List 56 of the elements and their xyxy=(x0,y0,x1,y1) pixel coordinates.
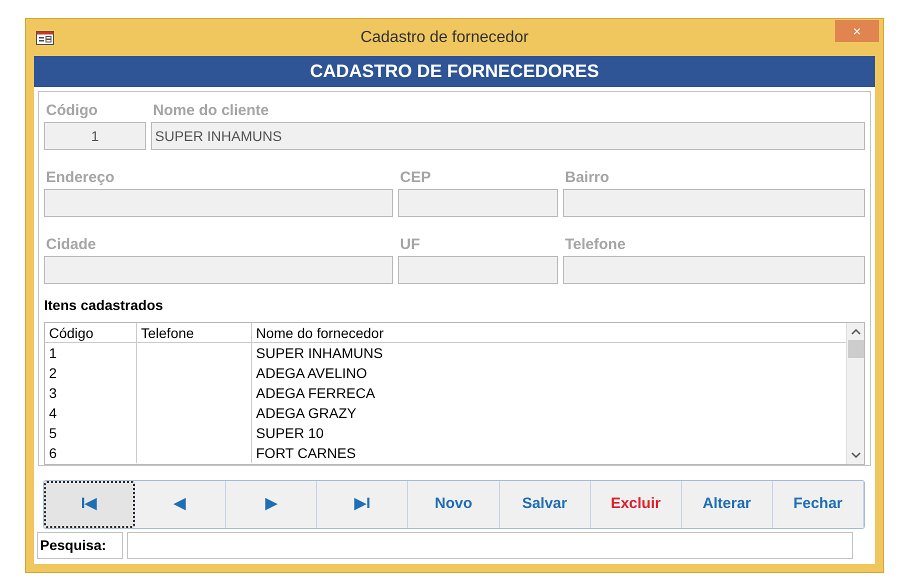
toolbar-button[interactable]: I◀ xyxy=(44,481,136,528)
field-label: CEP xyxy=(399,168,432,188)
list-cell: 4 xyxy=(49,405,57,421)
list-cell: ADEGA FERRECA xyxy=(256,385,376,401)
column-header[interactable]: Nome do fornecedor xyxy=(252,323,846,342)
field-label: Cidade xyxy=(45,235,98,255)
field-label: Nome do cliente xyxy=(152,101,270,121)
text-field[interactable]: 1 xyxy=(44,122,146,150)
toolbar-button[interactable]: Excluir xyxy=(590,481,682,528)
search-label: Pesquisa: xyxy=(37,532,123,559)
list-row[interactable]: 3 ADEGA FERRECA xyxy=(45,383,846,403)
toolbar-button[interactable]: ◀ xyxy=(135,481,226,528)
toolbar-button[interactable]: Alterar xyxy=(682,481,773,528)
toolbar-button[interactable]: Salvar xyxy=(500,481,591,528)
text-field[interactable] xyxy=(563,189,865,217)
list-cell: 6 xyxy=(49,445,57,461)
list-cell: 3 xyxy=(49,385,57,401)
text-field[interactable] xyxy=(44,256,393,284)
list-cell: 1 xyxy=(49,345,57,361)
list-row[interactable]: 1 SUPER INHAMUNS xyxy=(45,343,846,363)
list-cell: ADEGA GRAZY xyxy=(256,405,356,421)
text-field[interactable]: SUPER INHAMUNS xyxy=(151,122,865,150)
list-cell: ADEGA AVELINO xyxy=(256,365,368,381)
field-label: Endereço xyxy=(45,168,116,188)
field-label: Telefone xyxy=(564,235,627,255)
toolbar-button[interactable]: ▶I xyxy=(317,481,408,528)
list-cell: SUPER 10 xyxy=(256,425,324,441)
field-label: UF xyxy=(399,235,421,255)
list-row[interactable]: 5 SUPER 10 xyxy=(45,423,846,443)
scrollbar[interactable] xyxy=(846,323,864,464)
toolbar-button[interactable]: Fechar xyxy=(772,481,864,528)
scroll-up-icon[interactable] xyxy=(850,329,860,335)
text-field[interactable] xyxy=(563,256,865,284)
text-field[interactable] xyxy=(398,256,558,284)
scroll-down-icon[interactable] xyxy=(850,452,860,458)
field-label: Bairro xyxy=(564,168,610,188)
list-cell: FORT CARNES xyxy=(256,445,356,461)
window-title: Cadastro de fornecedor xyxy=(359,28,530,48)
form-header: CADASTRO DE FORNECEDORES xyxy=(34,56,875,87)
scrollbar-thumb[interactable] xyxy=(848,340,864,358)
list-title: Itens cadastrados xyxy=(44,296,164,315)
list-row[interactable]: 2 ADEGA AVELINO xyxy=(45,363,846,383)
toolbar-button[interactable]: ▶ xyxy=(226,481,318,528)
form-icon xyxy=(36,30,54,44)
list-cell: 5 xyxy=(49,425,57,441)
column-header[interactable]: Código xyxy=(45,323,137,342)
list-row[interactable]: 6 FORT CARNES xyxy=(45,443,846,463)
text-field[interactable] xyxy=(44,189,393,217)
list-cell: SUPER INHAMUNS xyxy=(256,345,383,361)
list-cell: 2 xyxy=(49,365,57,381)
toolbar-button[interactable]: Novo xyxy=(408,481,500,528)
field-label: Código xyxy=(45,101,99,121)
list-row[interactable]: 4 ADEGA GRAZY xyxy=(45,403,846,423)
column-header[interactable]: Telefone xyxy=(137,323,252,342)
text-field[interactable] xyxy=(398,189,558,217)
search-field[interactable] xyxy=(127,532,853,559)
